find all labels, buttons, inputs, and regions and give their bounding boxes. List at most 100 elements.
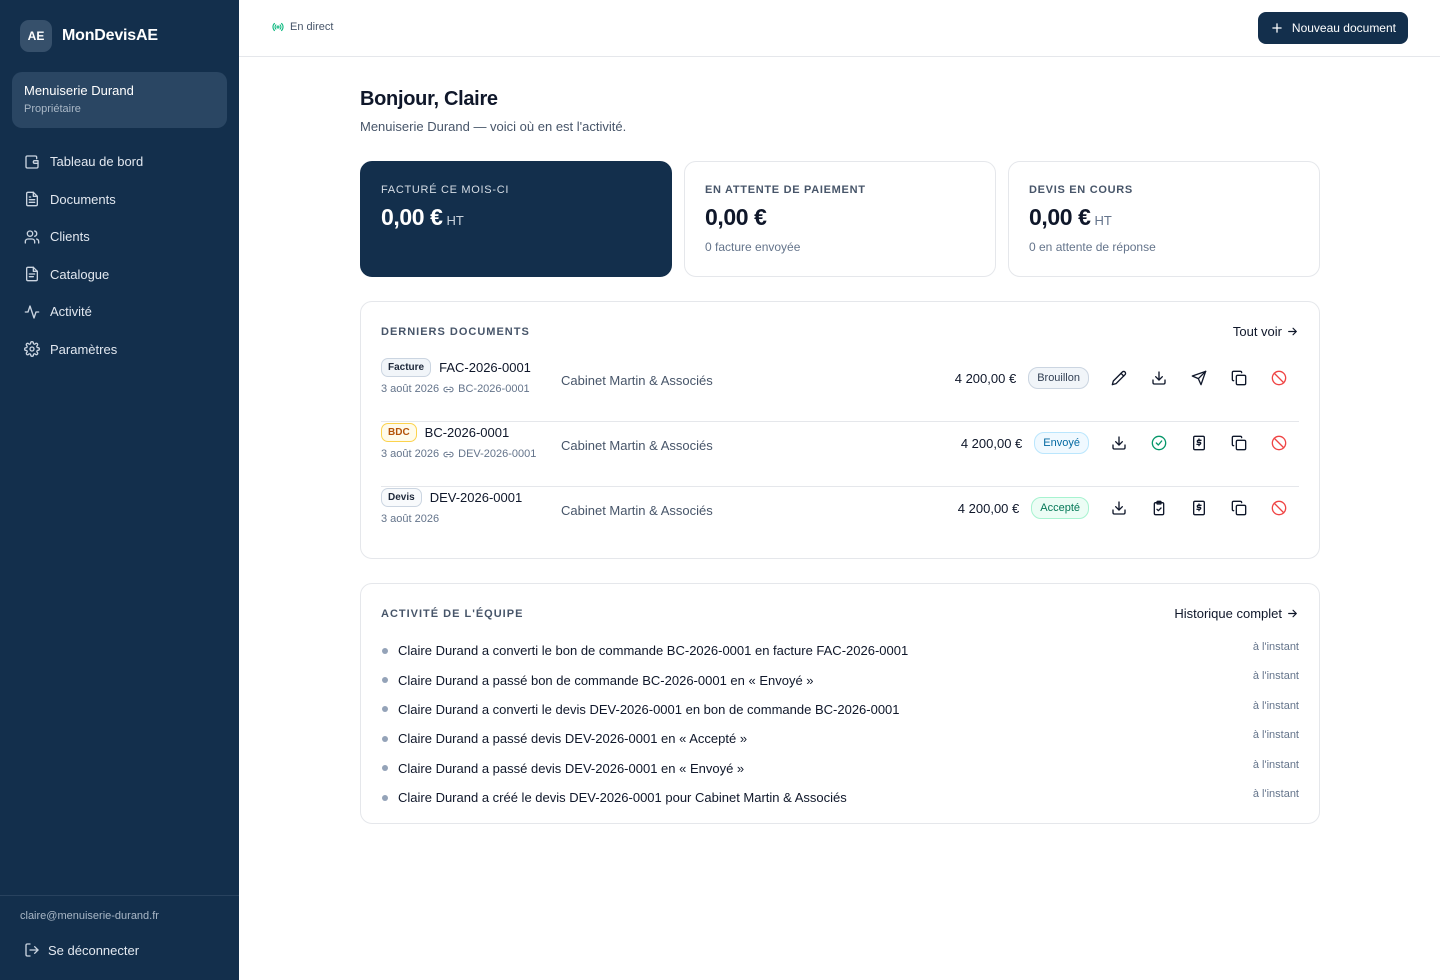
activity-text: Claire Durand a converti le devis DEV-20… <box>398 701 900 717</box>
document-date: 3 août 2026 <box>381 383 440 395</box>
bullet-dot <box>382 647 388 654</box>
list-item: Claire Durand a passé devis DEV-2026-000… <box>381 724 1299 753</box>
stat-amount: 0,00 € <box>705 204 767 230</box>
table-row[interactable]: BDC BC-2026-0001 3 août 2026 DEV-2026-00… <box>381 423 1299 487</box>
list-item: Claire Durand a créé le devis DEV-2026-0… <box>381 783 1299 812</box>
page-subtitle: Menuiserie Durand — voici où en est l'ac… <box>360 119 627 134</box>
download-icon <box>1112 436 1126 450</box>
cancel-button[interactable] <box>1259 362 1299 394</box>
sidebar-item-label: Catalogue <box>50 266 110 282</box>
convert-to-invoice-button[interactable] <box>1179 427 1219 459</box>
activity-time: à l'instant <box>1252 641 1299 653</box>
duplicate-button[interactable] <box>1219 362 1259 394</box>
activity-text: Claire Durand a passé devis DEV-2026-000… <box>398 731 748 747</box>
activity-time: à l'instant <box>1252 758 1299 771</box>
clipboard-check-icon <box>1153 500 1165 516</box>
edit-button[interactable] <box>1099 362 1139 394</box>
document-heading: Facture FAC-2026-0001 <box>381 358 531 377</box>
cancel-button[interactable] <box>1259 427 1299 459</box>
copy-icon <box>1231 370 1247 386</box>
stat-value: 0,00 € HT <box>1029 204 1299 231</box>
cancel-button[interactable] <box>1259 492 1299 524</box>
link-label: Tout voir <box>1232 324 1282 339</box>
download-button[interactable] <box>1099 427 1139 459</box>
brand-logo: AE <box>20 20 52 52</box>
mark-accepted-button[interactable] <box>1139 427 1179 459</box>
check-circle-icon <box>1151 435 1167 451</box>
list-item: Claire Durand a passé devis DEV-2026-000… <box>381 754 1299 783</box>
bullet-dot <box>382 794 388 801</box>
document-actions: 4 200,00 € Accepté <box>958 492 1299 524</box>
sidebar-item-documents[interactable]: Documents <box>12 181 227 219</box>
link-label: Historique complet <box>1174 606 1282 621</box>
page-title: Bonjour, Claire <box>360 88 498 110</box>
logout-button[interactable]: Se déconnecter <box>24 942 139 958</box>
sidebar-item-dashboard[interactable]: Tableau de bord <box>12 143 227 181</box>
view-all-link[interactable]: Tout voir <box>1233 324 1299 339</box>
duplicate-button[interactable] <box>1219 427 1259 459</box>
send-button[interactable] <box>1179 362 1219 394</box>
stat-card-quotes[interactable]: Devis en cours 0,00 € HT 0 en attente de… <box>1008 161 1320 277</box>
stat-subtext: 0 facture envoyée <box>705 240 801 254</box>
document-number[interactable]: DEV-2026-0001 <box>430 490 523 505</box>
activity-text: Claire Durand a passé devis DEV-2026-000… <box>398 760 745 776</box>
download-icon <box>1152 371 1166 385</box>
organization-switcher[interactable]: Menuiserie Durand Propriétaire <box>12 72 227 128</box>
activity-icon <box>24 305 40 319</box>
brand[interactable]: AE MonDevisAE <box>20 20 158 52</box>
sidebar-item-settings[interactable]: Paramètres <box>12 331 227 369</box>
arrow-right-icon <box>1288 327 1297 336</box>
download-button[interactable] <box>1139 362 1179 394</box>
link-icon <box>443 386 454 392</box>
full-history-link[interactable]: Historique complet <box>1174 606 1299 621</box>
download-button[interactable] <box>1099 492 1139 524</box>
duplicate-button[interactable] <box>1219 492 1259 524</box>
stat-amount: 0,00 € <box>381 204 443 230</box>
linked-document[interactable]: BC-2026-0001 <box>458 383 530 395</box>
sidebar: AE MonDevisAE Menuiserie Durand Propriét… <box>0 0 239 980</box>
plus-icon <box>1272 23 1282 33</box>
document-meta: 3 août 2026 <box>381 513 439 525</box>
logout-label: Se déconnecter <box>48 942 140 958</box>
convert-to-order-button[interactable] <box>1139 492 1179 524</box>
document-type-badge: Facture <box>381 358 432 377</box>
document-icon <box>26 191 38 207</box>
new-document-button[interactable]: Nouveau document <box>1257 12 1408 44</box>
logout-icon <box>25 943 39 957</box>
sidebar-item-label: Tableau de bord <box>50 154 144 170</box>
sidebar-item-label: Documents <box>50 191 116 207</box>
brand-name: MonDevisAE <box>62 27 158 44</box>
stat-value: 0,00 € HT <box>381 204 651 231</box>
list-item: Claire Durand a converti le bon de comma… <box>381 636 1299 665</box>
document-meta: 3 août 2026 BC-2026-0001 <box>381 383 530 395</box>
document-number[interactable]: BC-2026-0001 <box>425 425 510 440</box>
card-title: Derniers documents <box>381 326 530 338</box>
document-actions: 4 200,00 € Envoyé <box>961 427 1299 459</box>
stat-subtext: 0 en attente de réponse <box>1029 240 1156 254</box>
document-number[interactable]: FAC-2026-0001 <box>439 360 531 375</box>
stat-card-pending-payment[interactable]: En attente de paiement 0,00 € 0 facture … <box>684 161 996 277</box>
document-heading: BDC BC-2026-0001 <box>381 423 509 442</box>
pencil-icon <box>1111 370 1127 386</box>
activity-time: à l'instant <box>1252 670 1299 683</box>
activity-text: Claire Durand a converti le bon de comma… <box>398 643 909 659</box>
invoice-icon <box>1193 500 1205 516</box>
cancel-icon <box>1271 500 1287 516</box>
sidebar-item-clients[interactable]: Clients <box>12 218 227 256</box>
activity-text: Claire Durand a passé bon de commande BC… <box>398 672 814 688</box>
stat-card-invoiced[interactable]: Facturé ce mois-ci 0,00 € HT <box>360 161 672 277</box>
document-date: 3 août 2026 <box>381 448 440 460</box>
table-row[interactable]: Devis DEV-2026-0001 3 août 2026 Cabinet … <box>381 488 1299 552</box>
bullet-dot <box>382 765 388 772</box>
convert-to-invoice-button[interactable] <box>1179 492 1219 524</box>
document-meta: 3 août 2026 DEV-2026-0001 <box>381 448 536 460</box>
document-actions: 4 200,00 € Brouillon <box>955 362 1299 394</box>
table-row[interactable]: Facture FAC-2026-0001 3 août 2026 BC-202… <box>381 358 1299 422</box>
activity-time: à l'instant <box>1252 787 1299 800</box>
document-date: 3 août 2026 <box>381 513 440 525</box>
sidebar-item-catalog[interactable]: Catalogue <box>12 256 227 294</box>
document-client: Cabinet Martin & Associés <box>561 503 713 518</box>
sidebar-item-activity[interactable]: Activité <box>12 293 227 331</box>
document-client: Cabinet Martin & Associés <box>561 373 713 388</box>
linked-document[interactable]: DEV-2026-0001 <box>458 448 536 460</box>
